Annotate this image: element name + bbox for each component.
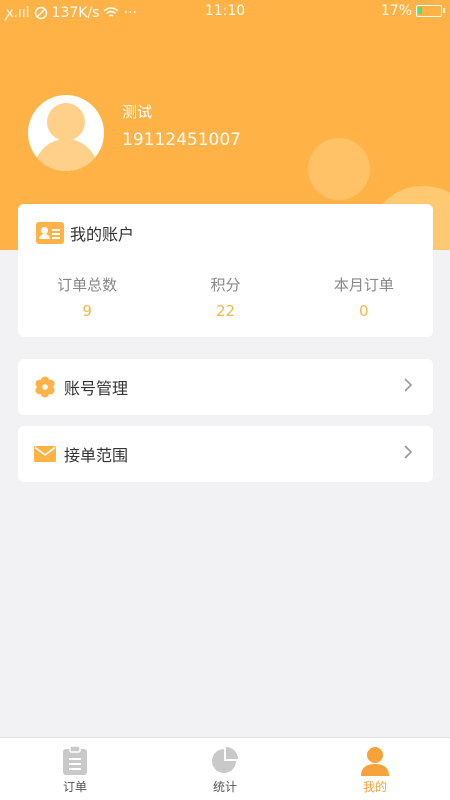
user-name: 测试 bbox=[122, 103, 153, 121]
battery-icon bbox=[416, 5, 445, 17]
stat-value: 22 bbox=[215, 302, 236, 320]
menu-label: 接单范围 bbox=[64, 446, 129, 465]
stat-total-orders[interactable]: 订单总数 9 bbox=[18, 274, 156, 320]
pie-chart-icon bbox=[210, 746, 240, 776]
stat-value: 0 bbox=[359, 302, 369, 320]
user-icon bbox=[360, 746, 390, 776]
avatar-head bbox=[47, 103, 85, 141]
chevron-right-icon bbox=[404, 378, 413, 392]
chevron-right-icon bbox=[404, 445, 413, 459]
tab-label: 订单 bbox=[62, 780, 87, 794]
tab-mine[interactable]: 我的 bbox=[300, 738, 450, 800]
user-phone: 19112451007 bbox=[122, 130, 241, 150]
envelope-icon bbox=[34, 443, 56, 465]
tab-statistics[interactable]: 统计 bbox=[150, 738, 300, 800]
account-card: 我的账户 订单总数 9 积分 22 本月订单 0 bbox=[18, 204, 433, 337]
account-title: 我的账户 bbox=[36, 221, 134, 245]
tab-label: 统计 bbox=[212, 780, 237, 794]
id-card-icon bbox=[36, 222, 64, 244]
avatar-body bbox=[34, 139, 98, 171]
tab-label: 我的 bbox=[362, 780, 387, 794]
stat-label: 本月订单 bbox=[333, 276, 394, 294]
menu-order-range[interactable]: 接单范围 bbox=[18, 426, 433, 482]
account-title-label: 我的账户 bbox=[70, 225, 135, 244]
avatar[interactable] bbox=[28, 95, 104, 171]
stat-points[interactable]: 积分 22 bbox=[156, 274, 294, 320]
decorative-bubble bbox=[308, 138, 370, 200]
menu-account-management[interactable]: 账号管理 bbox=[18, 359, 433, 415]
account-stats: 订单总数 9 积分 22 本月订单 0 bbox=[18, 274, 433, 320]
stat-label: 积分 bbox=[210, 276, 241, 294]
tab-orders[interactable]: 订单 bbox=[0, 738, 150, 800]
battery-percent: 17% bbox=[380, 3, 412, 19]
menu-label: 账号管理 bbox=[64, 379, 129, 398]
status-bar: ꭗ.ııl 137K/s ··· 11:10 17% bbox=[0, 0, 450, 24]
clipboard-icon bbox=[60, 746, 90, 776]
stat-monthly-orders[interactable]: 本月订单 0 bbox=[295, 274, 433, 320]
gear-icon bbox=[34, 376, 56, 398]
stat-label: 订单总数 bbox=[57, 276, 118, 294]
bottom-tab-bar: 订单 统计 我的 bbox=[0, 737, 450, 800]
stat-value: 9 bbox=[82, 302, 92, 320]
battery-fill bbox=[418, 7, 422, 14]
